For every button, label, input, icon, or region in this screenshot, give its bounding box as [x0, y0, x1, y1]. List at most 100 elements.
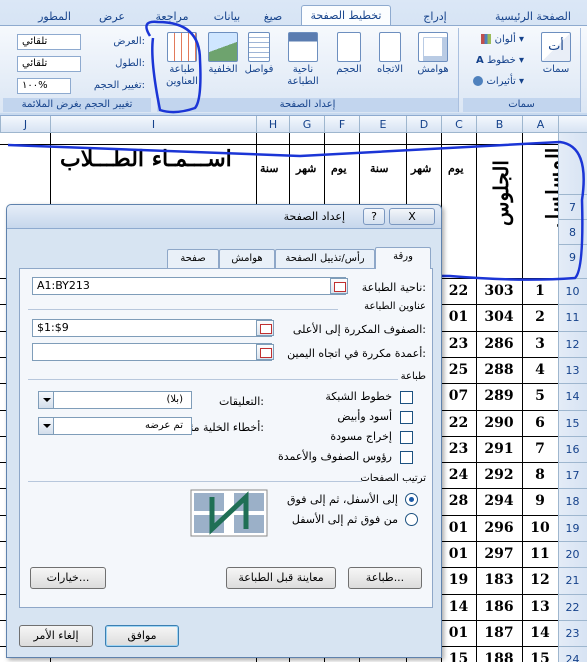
- cell-b[interactable]: 292: [476, 462, 522, 488]
- row-header[interactable]: 24: [558, 646, 587, 662]
- tab-view[interactable]: عرض: [97, 7, 127, 27]
- cell-a[interactable]: 4: [522, 357, 558, 383]
- size-button[interactable]: الحجم: [332, 32, 366, 76]
- column-header-a[interactable]: A: [522, 116, 558, 133]
- headings-checkbox[interactable]: [400, 451, 413, 464]
- column-header-i[interactable]: I: [50, 116, 256, 133]
- gridlines-checkbox[interactable]: [400, 391, 413, 404]
- cell-a[interactable]: 5: [522, 383, 558, 409]
- print-button[interactable]: طباعة...: [348, 567, 422, 589]
- row-header[interactable]: 23: [558, 619, 587, 646]
- row-header[interactable]: 21: [558, 567, 587, 593]
- row-header[interactable]: 16: [558, 435, 587, 462]
- cell-b[interactable]: 291: [476, 436, 522, 462]
- margins-button[interactable]: هوامش: [414, 32, 452, 76]
- background-button[interactable]: الخلفية: [206, 32, 240, 76]
- tab-insert[interactable]: إدراج: [415, 7, 455, 27]
- cell-a[interactable]: 9: [522, 488, 558, 514]
- cell-a[interactable]: 10: [522, 515, 558, 541]
- cell-c[interactable]: 01: [441, 304, 476, 330]
- cell-c[interactable]: 22: [441, 278, 476, 304]
- scale-spinner[interactable]: ١٠٠%: [17, 78, 71, 94]
- width-select[interactable]: تلقائي: [17, 34, 81, 50]
- cell-a[interactable]: 7: [522, 436, 558, 462]
- cell-a[interactable]: 8: [522, 462, 558, 488]
- cell-c[interactable]: 14: [441, 594, 476, 620]
- cell-c[interactable]: 25: [441, 357, 476, 383]
- row-header[interactable]: 10: [558, 278, 587, 304]
- cell-c[interactable]: 15: [441, 646, 476, 662]
- help-button[interactable]: ?: [363, 208, 385, 225]
- cell-c[interactable]: 01: [441, 620, 476, 646]
- column-header-d[interactable]: D: [406, 116, 441, 133]
- cell-c[interactable]: 23: [441, 331, 476, 357]
- cell-a[interactable]: 3: [522, 331, 558, 357]
- close-button[interactable]: X: [389, 208, 435, 225]
- row-header[interactable]: 12: [558, 330, 587, 357]
- colors-button[interactable]: ألوان ▾: [481, 34, 524, 45]
- cell-c[interactable]: 01: [441, 541, 476, 567]
- cell-a[interactable]: 6: [522, 410, 558, 436]
- print-area-collapse-icon[interactable]: [330, 278, 348, 294]
- tab-formulas[interactable]: صيغ: [259, 7, 287, 27]
- cell-a[interactable]: 15: [522, 646, 558, 662]
- themes-button[interactable]: أت سمات: [536, 32, 576, 76]
- orientation-button[interactable]: الاتجاه: [370, 32, 410, 76]
- row-header[interactable]: 22: [558, 593, 587, 620]
- cell-c[interactable]: 07: [441, 383, 476, 409]
- effects-button[interactable]: تأثيرات ▾: [473, 76, 524, 87]
- tab-data[interactable]: بيانات: [207, 7, 247, 27]
- rows-repeat-collapse-icon[interactable]: [256, 320, 274, 336]
- row-header[interactable]: 17: [558, 462, 587, 488]
- cell-b[interactable]: 183: [476, 567, 522, 593]
- cell-c[interactable]: 23: [441, 436, 476, 462]
- breaks-button[interactable]: فواصل: [244, 32, 274, 76]
- cell-a[interactable]: 1: [522, 278, 558, 304]
- cell-b[interactable]: 297: [476, 541, 522, 567]
- row-header[interactable]: 11: [558, 304, 587, 330]
- cell-a[interactable]: 13: [522, 594, 558, 620]
- row-header[interactable]: 18: [558, 488, 587, 514]
- tab-sheet[interactable]: ورقة: [375, 247, 431, 269]
- comments-select[interactable]: (بلا): [38, 391, 192, 409]
- column-header-f[interactable]: F: [324, 116, 359, 133]
- row-header[interactable]: 9: [558, 244, 587, 269]
- print-titles-button[interactable]: طباعة العناوين: [160, 32, 204, 88]
- select-all-corner[interactable]: [558, 116, 587, 133]
- black-white-checkbox[interactable]: [400, 411, 413, 424]
- cell-c[interactable]: 28: [441, 488, 476, 514]
- cols-repeat-field[interactable]: [32, 343, 272, 361]
- cell-b[interactable]: 286: [476, 331, 522, 357]
- errors-select[interactable]: تم عرضه: [38, 417, 192, 435]
- row-header[interactable]: 8: [558, 219, 587, 244]
- cell-b[interactable]: 296: [476, 515, 522, 541]
- cell-a[interactable]: 14: [522, 620, 558, 646]
- cell-b[interactable]: 304: [476, 304, 522, 330]
- tab-review[interactable]: مراجعة: [147, 7, 197, 27]
- tab-header-footer[interactable]: رأس/تذييل الصفحة: [275, 249, 375, 268]
- tab-margins[interactable]: هوامش: [219, 249, 275, 268]
- row-header[interactable]: 7: [558, 194, 587, 219]
- ok-button[interactable]: موافق: [105, 625, 179, 647]
- cell-b[interactable]: 187: [476, 620, 522, 646]
- cell-c[interactable]: 22: [441, 410, 476, 436]
- cell-a[interactable]: 11: [522, 541, 558, 567]
- down-then-over-radio[interactable]: [405, 493, 418, 506]
- tab-page[interactable]: صفحة: [167, 249, 219, 268]
- row-header[interactable]: 20: [558, 541, 587, 567]
- column-header-g[interactable]: G: [289, 116, 324, 133]
- cell-b[interactable]: 294: [476, 488, 522, 514]
- column-header-h[interactable]: H: [256, 116, 289, 133]
- cell-b[interactable]: 289: [476, 383, 522, 409]
- column-header-j[interactable]: J: [0, 116, 50, 133]
- tab-developer[interactable]: المطور: [32, 7, 77, 27]
- row-header[interactable]: 19: [558, 514, 587, 541]
- row-header[interactable]: 14: [558, 383, 587, 409]
- column-header-e[interactable]: E: [359, 116, 406, 133]
- column-header-b[interactable]: B: [476, 116, 522, 133]
- cell-c[interactable]: 19: [441, 567, 476, 593]
- print-area-button[interactable]: ناحية الطباعة: [278, 32, 328, 88]
- rows-repeat-field[interactable]: $1:$9: [32, 319, 272, 337]
- cell-b[interactable]: 186: [476, 594, 522, 620]
- draft-checkbox[interactable]: [400, 431, 413, 444]
